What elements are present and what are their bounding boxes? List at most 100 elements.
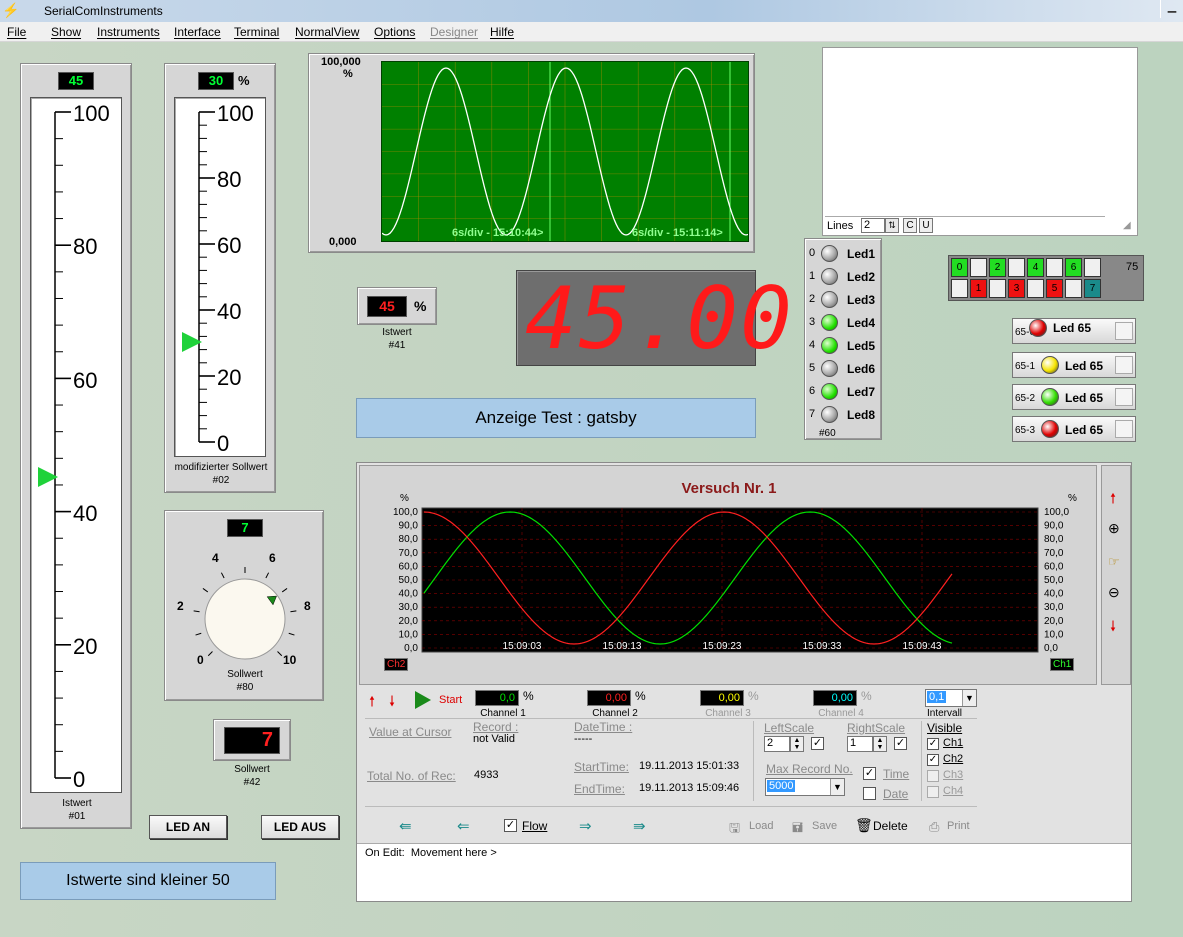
bit-panel: 01234567 75 [948, 255, 1144, 301]
last-record-icon[interactable]: ⇛ [633, 817, 646, 835]
trash-icon[interactable]: 🗑 [855, 817, 873, 834]
start-icon[interactable] [415, 691, 431, 709]
led65-button[interactable]: 65-0 Led 65 [1012, 318, 1136, 344]
led-label: Led6 [847, 362, 876, 376]
intervall-select[interactable]: 0,1 ▼ [925, 689, 977, 707]
arrow-down-icon[interactable]: 🠗 [1110, 616, 1116, 640]
bit-bottom[interactable]: 1 [970, 279, 987, 298]
terminal-lines-spinner[interactable]: ⇅ [885, 218, 899, 233]
arrow-down-icon[interactable]: 🠗 [389, 691, 395, 715]
istwert-01-pointer[interactable] [38, 467, 58, 488]
bit-top[interactable] [1046, 258, 1063, 277]
maxrec-select[interactable]: 5000 ▼ [765, 778, 845, 796]
leftscale-spinner[interactable]: ▲ ▼ [790, 736, 804, 752]
menu-file[interactable]: File [7, 25, 26, 39]
menu-instruments[interactable]: Instruments [97, 25, 160, 39]
bit-top[interactable]: 4 [1027, 258, 1044, 277]
load-label[interactable]: Load [749, 820, 773, 832]
flow-checkbox[interactable]: ✓ [504, 819, 517, 832]
y-tick-label-right: 40,0 [1044, 589, 1064, 600]
date-checkbox[interactable] [863, 787, 876, 800]
recorder-status: On Edit: Movement here > [365, 847, 497, 859]
bit-bottom[interactable] [1065, 279, 1082, 298]
bit-top[interactable]: 2 [989, 258, 1006, 277]
rightscale-label: RightScale [847, 721, 906, 735]
led65-prefix: 65-2 [1015, 393, 1036, 404]
menu-designer[interactable]: Designer [430, 25, 478, 39]
terminal-u-button[interactable]: U [919, 218, 933, 233]
menu-options[interactable]: Options [374, 25, 415, 39]
led65-button[interactable]: 65-3 Led 65 [1012, 416, 1136, 442]
load-icon[interactable]: 🖫 [729, 819, 740, 841]
led-an-button[interactable]: LED AN [149, 815, 227, 839]
y-tick-label-right: 60,0 [1044, 561, 1064, 572]
led65-button[interactable]: 65-2 Led 65 [1012, 384, 1136, 410]
start-time-label: StartTime: [574, 760, 629, 774]
hand-icon[interactable]: ☞ [1108, 554, 1120, 570]
led-label: Led8 [847, 408, 876, 422]
next-record-icon[interactable]: ⇒ [579, 817, 592, 835]
leftscale-checkbox[interactable]: ✓ [811, 737, 824, 750]
print-icon[interactable]: ⎙ [929, 819, 939, 835]
recorder-chart[interactable]: 100,0 100,0 90,0 90,0 80,0 80,0 70,0 70,0 60,0 60… [360, 466, 1098, 686]
tick-label: 80 [73, 234, 98, 259]
istwert-01-ticks [54, 111, 71, 779]
bit-top[interactable]: 6 [1065, 258, 1082, 277]
sollwert-02-pointer[interactable] [182, 332, 202, 352]
recorder-yunit-left: % [400, 493, 409, 504]
menu-terminal[interactable]: Terminal [234, 25, 279, 39]
menu-hilfe[interactable]: Hilfe [490, 25, 514, 39]
y-tick-label-left: 20,0 [399, 616, 419, 627]
prev-record-icon[interactable]: ⇐ [457, 817, 470, 835]
terminal[interactable]: Lines 2 ⇅ C U ◢ [822, 47, 1138, 236]
zoom-in-icon[interactable]: ⊕ [1108, 520, 1120, 537]
menu-normalview[interactable]: NormalView [295, 25, 359, 39]
bit-bottom[interactable]: 7 [1084, 279, 1101, 298]
bit-bottom[interactable] [989, 279, 1006, 298]
bit-top[interactable]: 0 [951, 258, 968, 277]
time-checkbox[interactable]: ✓ [863, 767, 876, 780]
save-label[interactable]: Save [812, 820, 837, 832]
channel-1-unit: % [523, 689, 534, 703]
divider [365, 718, 977, 719]
visible-checkbox[interactable]: ✓ [927, 754, 939, 766]
delete-label[interactable]: Delete [873, 819, 908, 833]
knob-tick [288, 632, 295, 636]
minimize-button[interactable]: ▁ [1160, 0, 1183, 18]
print-label[interactable]: Print [947, 820, 970, 832]
bit-bottom[interactable] [1027, 279, 1044, 298]
zoom-out-icon[interactable]: ⊖ [1108, 584, 1120, 601]
resize-grip-icon[interactable]: ◢ [1123, 220, 1131, 231]
arrow-up-icon[interactable]: 🠕 [369, 691, 375, 715]
menu-show[interactable]: Show [51, 25, 81, 39]
save-icon[interactable]: 🖬 [792, 819, 803, 841]
terminal-c-button[interactable]: C [903, 218, 917, 233]
chevron-down-icon[interactable]: ▼ [962, 690, 976, 706]
visible-checkbox[interactable] [927, 786, 939, 798]
leftscale-input[interactable]: 2 [764, 736, 790, 752]
knob-80-dial[interactable] [165, 541, 325, 671]
bit-bottom[interactable]: 5 [1046, 279, 1063, 298]
led65-button[interactable]: 65-1 Led 65 [1012, 352, 1136, 378]
start-label[interactable]: Start [439, 694, 462, 706]
arrow-up-icon[interactable]: 🠕 [1110, 488, 1116, 512]
recorder-tools: 🠕 ⊕ ☞ ⊖ 🠗 [1101, 465, 1131, 685]
menu-interface[interactable]: Interface [174, 25, 221, 39]
rightscale-checkbox[interactable]: ✓ [894, 737, 907, 750]
bit-top[interactable] [970, 258, 987, 277]
bit-bottom[interactable]: 3 [1008, 279, 1025, 298]
led-label: Led3 [847, 293, 876, 307]
visible-checkbox[interactable] [927, 770, 939, 782]
first-record-icon[interactable]: ⇚ [399, 817, 412, 835]
bit-bottom[interactable] [951, 279, 968, 298]
rightscale-spinner[interactable]: ▲ ▼ [873, 736, 887, 752]
rightscale-input[interactable]: 1 [847, 736, 873, 752]
chevron-down-icon[interactable]: ▼ [830, 779, 844, 795]
app-icon: ⚡ [2, 2, 20, 18]
terminal-lines-input[interactable]: 2 [861, 218, 885, 233]
bit-top[interactable] [1084, 258, 1101, 277]
channel-3-display: 0,00 [700, 690, 744, 706]
bit-top[interactable] [1008, 258, 1025, 277]
visible-checkbox[interactable]: ✓ [927, 738, 939, 750]
led-aus-button[interactable]: LED AUS [261, 815, 339, 839]
